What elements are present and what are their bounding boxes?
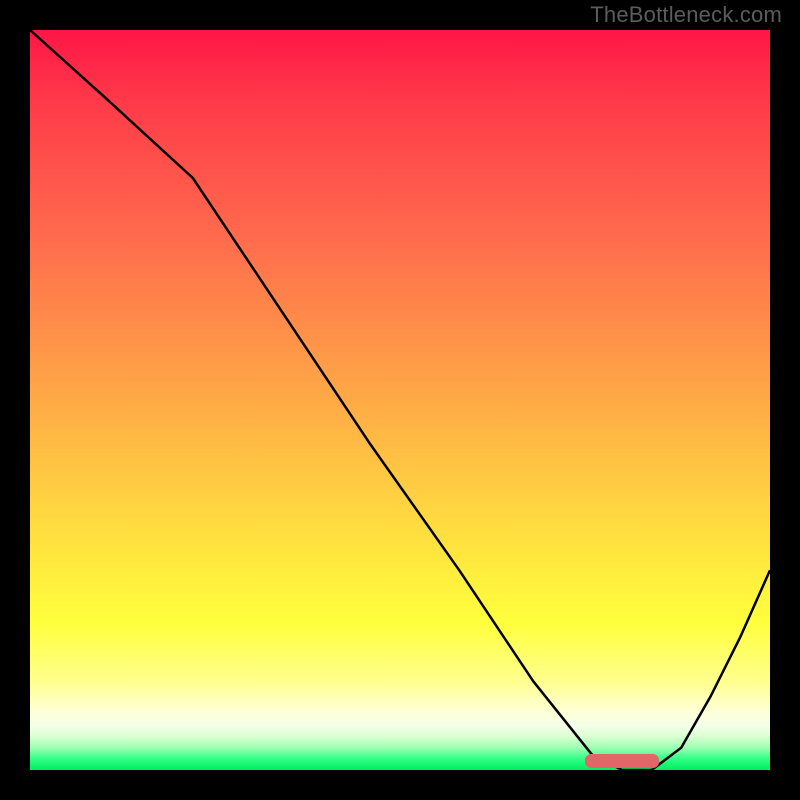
watermark-text: TheBottleneck.com	[590, 2, 782, 28]
chart-overlay	[30, 30, 770, 770]
bottleneck-curve	[30, 30, 770, 770]
optimal-marker	[585, 754, 659, 768]
chart-container: TheBottleneck.com	[0, 0, 800, 800]
plot-area	[30, 30, 770, 770]
